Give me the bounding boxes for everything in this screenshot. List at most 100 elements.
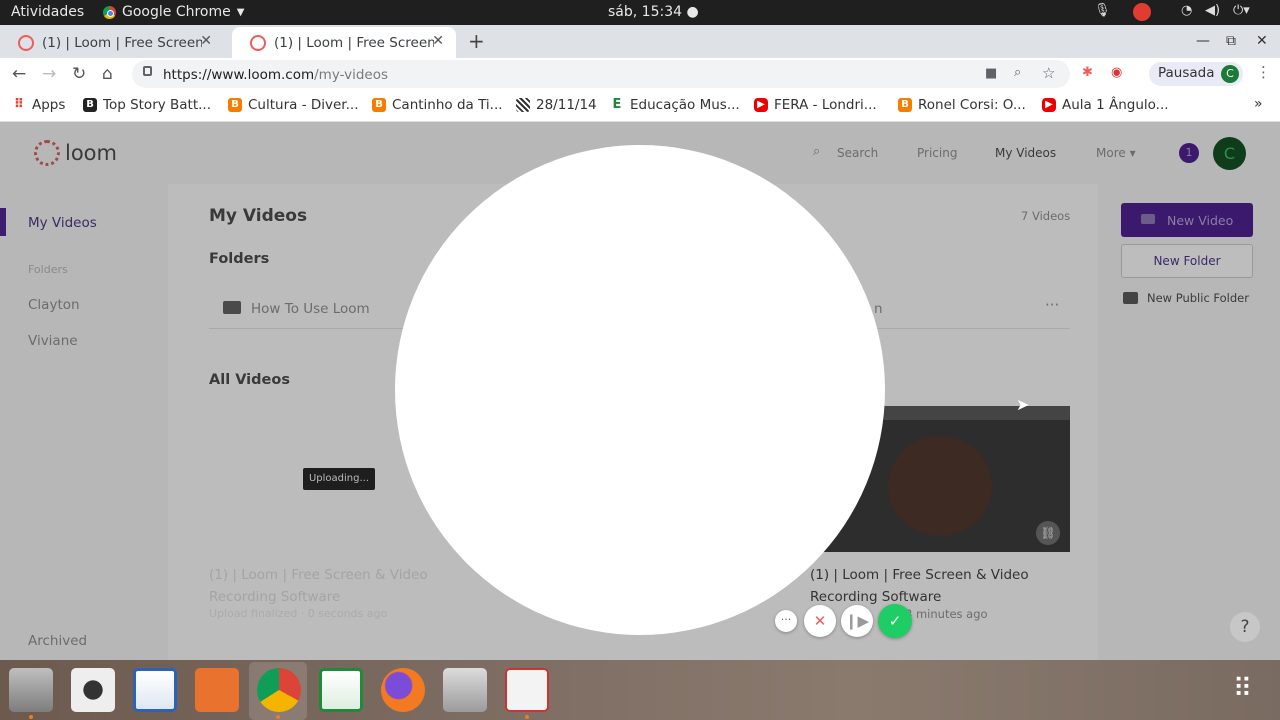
bookmark-label: Cultura - Diver... bbox=[248, 97, 359, 113]
new-folder-button[interactable]: New Folder bbox=[1121, 244, 1253, 278]
volume-icon[interactable]: ◀) bbox=[1205, 3, 1220, 18]
help-button[interactable]: ? bbox=[1230, 612, 1260, 642]
video-title[interactable]: (1) | Loom | Free Screen & Video Recordi… bbox=[810, 564, 1050, 608]
address-bar[interactable]: https://www.loom.com/my-videos ■ ⌕ ☆ bbox=[132, 60, 1070, 88]
loom-extension-icon[interactable]: ✱ bbox=[1082, 65, 1093, 80]
more-icon[interactable]: ··· bbox=[775, 610, 797, 632]
youtube-icon: ▶ bbox=[754, 98, 768, 112]
folder-icon bbox=[223, 301, 241, 314]
close-window-icon[interactable]: ✕ bbox=[1256, 33, 1268, 49]
cancel-icon[interactable]: ✕ bbox=[804, 605, 836, 637]
bookmark-educacao[interactable]: E Educação Mus... bbox=[610, 97, 740, 113]
sidebar-item-viviane[interactable]: Viviane bbox=[28, 333, 78, 349]
loom-logo-text[interactable]: loom bbox=[65, 141, 117, 165]
camera-app-icon[interactable] bbox=[443, 668, 487, 712]
nav-pricing[interactable]: Pricing bbox=[917, 146, 957, 160]
sidebar-item-clayton[interactable]: Clayton bbox=[28, 297, 80, 313]
pause-icon[interactable]: ❙▶ bbox=[841, 605, 873, 637]
firefox-icon[interactable] bbox=[381, 668, 425, 712]
bookmark-label: Apps bbox=[32, 97, 66, 113]
files-icon[interactable] bbox=[9, 668, 53, 712]
back-icon[interactable]: ← bbox=[12, 64, 26, 84]
sidebar-item-my-videos[interactable]: My Videos bbox=[28, 215, 97, 231]
page-title: My Videos bbox=[209, 206, 308, 226]
new-video-button[interactable]: New Video bbox=[1121, 203, 1253, 237]
app-menu[interactable]: Google Chrome ▼ bbox=[103, 4, 244, 20]
video-camera-icon bbox=[1141, 214, 1155, 224]
video-title[interactable]: (1) | Loom | Free Screen & Video Recordi… bbox=[209, 564, 449, 608]
new-tab-icon[interactable]: + bbox=[468, 29, 485, 53]
wifi-icon[interactable]: ◔ bbox=[1181, 3, 1192, 18]
more-options-icon[interactable]: ··· bbox=[1045, 296, 1059, 314]
bookmark-label: Ronel Corsi: O... bbox=[918, 97, 1026, 113]
bookmark-fera[interactable]: ▶ FERA - Londri... bbox=[754, 97, 877, 113]
bookmarks-overflow-icon[interactable]: » bbox=[1254, 96, 1263, 112]
sidebar-item-archived[interactable]: Archived bbox=[28, 633, 87, 649]
new-public-folder-button[interactable]: New Public Folder bbox=[1147, 291, 1249, 305]
bookmark-aula[interactable]: ▶ Aula 1 Ângulo... bbox=[1042, 97, 1169, 113]
link-icon[interactable]: ⛓ bbox=[1036, 521, 1060, 545]
bookmark-star-icon[interactable]: ☆ bbox=[1042, 64, 1055, 82]
minimize-icon[interactable]: — bbox=[1196, 33, 1210, 49]
close-tab-icon[interactable]: ✕ bbox=[432, 33, 444, 49]
running-indicator bbox=[525, 715, 529, 719]
bookmark-label: Educação Mus... bbox=[630, 97, 740, 113]
chrome-icon[interactable] bbox=[257, 668, 301, 712]
url-text[interactable]: https://www.loom.com/my-videos bbox=[163, 67, 388, 83]
show-applications-icon[interactable]: ⠿ bbox=[1233, 674, 1252, 704]
loom-favicon-icon bbox=[250, 34, 266, 51]
nav-more[interactable]: More ▾ bbox=[1096, 146, 1136, 160]
power-icon[interactable]: ⏻▾ bbox=[1233, 3, 1250, 18]
document-viewer-icon[interactable] bbox=[505, 668, 549, 712]
bookmark-top-story[interactable]: B Top Story Batt... bbox=[83, 97, 211, 113]
zoom-icon[interactable]: ⌕ bbox=[1014, 65, 1021, 80]
clock[interactable]: sáb, 15:34 ● bbox=[608, 4, 699, 20]
writer-icon[interactable] bbox=[133, 668, 177, 712]
reload-icon[interactable]: ↻ bbox=[72, 64, 86, 84]
bookmark-ronel[interactable]: B Ronel Corsi: O... bbox=[898, 97, 1026, 113]
public-folder-icon bbox=[1123, 292, 1138, 304]
camera-bubble[interactable] bbox=[395, 145, 885, 635]
software-center-icon[interactable] bbox=[195, 668, 239, 712]
tab-loom-2[interactable]: (1) | Loom | Free Screen & Vid ✕ bbox=[232, 27, 456, 58]
complete-icon[interactable]: ✓ bbox=[878, 604, 912, 638]
maximize-icon[interactable]: ⧉ bbox=[1226, 33, 1236, 49]
e-icon: E bbox=[612, 97, 622, 112]
sidebar-active-indicator bbox=[0, 208, 6, 236]
video-count: 7 Videos bbox=[1021, 209, 1071, 223]
home-icon[interactable]: ⌂ bbox=[102, 64, 113, 84]
system-top-bar: Atividades Google Chrome ▼ sáb, 15:34 ● … bbox=[0, 0, 1280, 25]
sidebar-folders-heading: Folders bbox=[28, 263, 68, 276]
bookmark-28-11-14[interactable]: 28/11/14 bbox=[516, 97, 597, 113]
dock: ⠿ bbox=[0, 660, 1280, 720]
loom-logo-icon bbox=[34, 140, 60, 166]
bookmark-cantinho[interactable]: B Cantinho da Ti... bbox=[372, 97, 503, 113]
all-videos-heading: All Videos bbox=[209, 372, 290, 388]
tab-title: (1) | Loom | Free Screen & Vid bbox=[274, 34, 434, 51]
folders-heading: Folders bbox=[209, 251, 270, 267]
tab-loom-1[interactable]: (1) | Loom | Free Screen & Vid ✕ bbox=[0, 27, 224, 58]
bookmark-cultura[interactable]: B Cultura - Diver... bbox=[228, 97, 359, 113]
bookmark-label: 28/11/14 bbox=[536, 97, 597, 113]
forward-icon[interactable]: → bbox=[42, 64, 56, 84]
notification-badge[interactable]: 1 bbox=[1179, 143, 1199, 163]
bookmark-label: Cantinho da Ti... bbox=[392, 97, 503, 113]
chrome-icon bbox=[103, 5, 116, 19]
mouse-cursor-icon: ➤ bbox=[1016, 395, 1030, 414]
profile-paused-chip[interactable]: Pausada C bbox=[1149, 62, 1243, 86]
user-avatar[interactable]: C bbox=[1213, 137, 1246, 170]
extension-icon[interactable]: ◉ bbox=[1111, 65, 1122, 80]
nav-search[interactable]: Search bbox=[837, 146, 878, 160]
activities-button[interactable]: Atividades bbox=[11, 4, 84, 20]
do-not-disturb-icon[interactable] bbox=[1133, 3, 1151, 21]
rhythmbox-icon[interactable] bbox=[71, 668, 115, 712]
nav-my-videos[interactable]: My Videos bbox=[995, 146, 1056, 160]
calc-icon[interactable] bbox=[319, 668, 363, 712]
camera-icon[interactable]: ■ bbox=[985, 66, 997, 81]
close-tab-icon[interactable]: ✕ bbox=[200, 33, 212, 49]
search-icon[interactable]: ⌕ bbox=[813, 144, 820, 159]
video-meta: 3 minutes ago bbox=[905, 607, 988, 621]
kebab-menu-icon[interactable]: ⋮ bbox=[1256, 63, 1271, 81]
video-meta: Upload finalized · 0 seconds ago bbox=[209, 607, 388, 620]
bookmark-apps[interactable]: ⠿ Apps bbox=[12, 97, 66, 113]
